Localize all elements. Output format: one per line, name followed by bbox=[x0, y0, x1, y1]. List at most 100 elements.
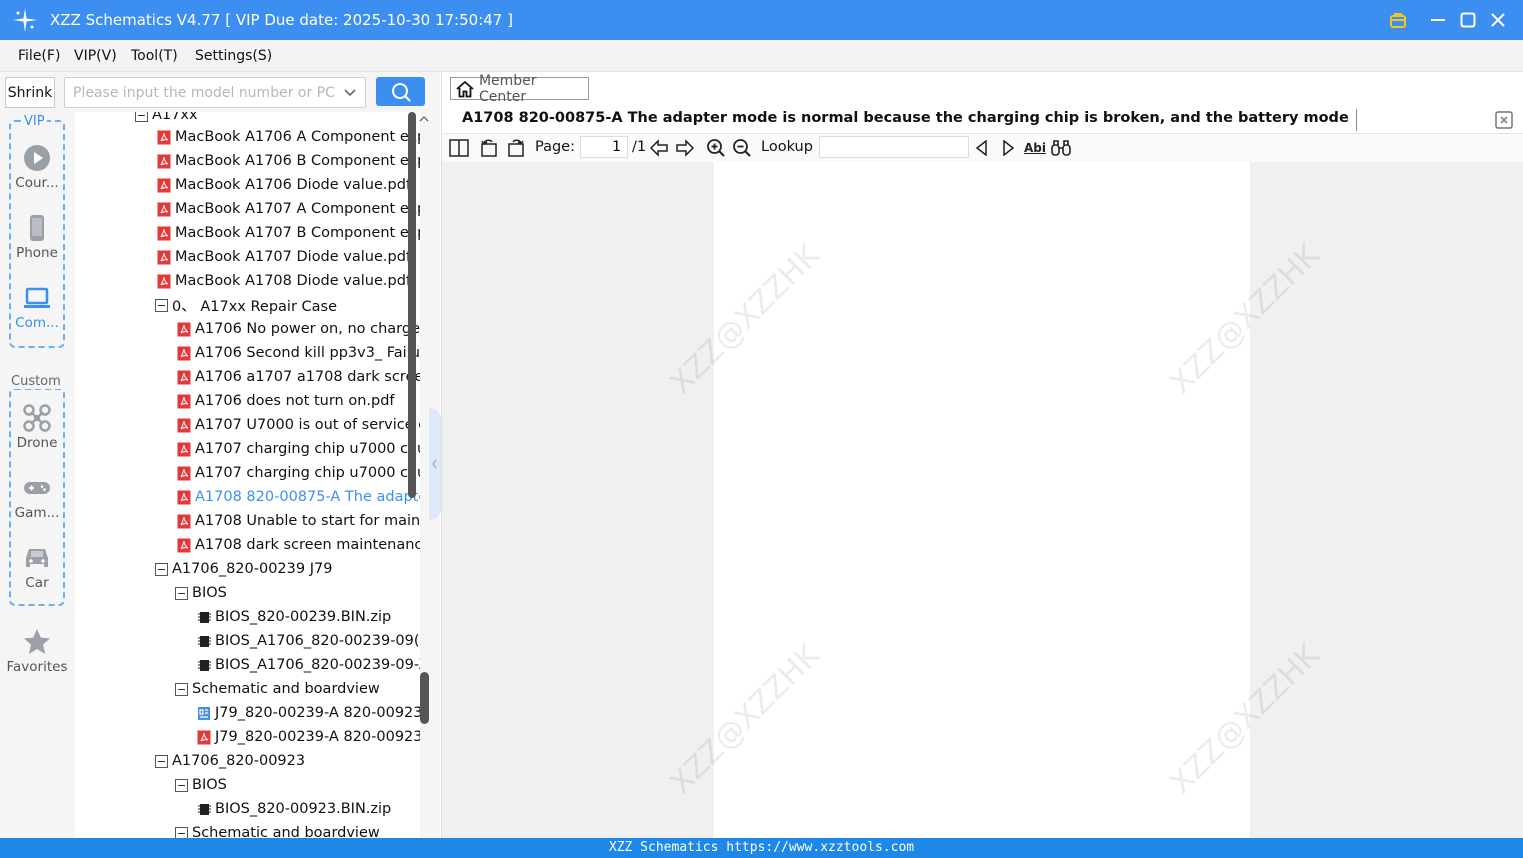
category-computer[interactable]: Com... bbox=[0, 284, 74, 331]
tree-folder[interactable]: Schematic and boardview bbox=[175, 821, 380, 838]
category-phone[interactable]: Phone bbox=[0, 214, 74, 261]
tree-file-pdf[interactable]: A1707 U7000 is out of service du bbox=[177, 413, 420, 437]
tree-file-pdf[interactable]: MacBook A1707 B Component exp bbox=[157, 221, 420, 245]
match-case-button[interactable]: Abi bbox=[1024, 137, 1046, 159]
tree-file-bin[interactable]: BIOS_A1706_820-00239-09(1 bbox=[197, 629, 420, 653]
tree-item-label: BIOS_820-00923.BIN.zip bbox=[215, 801, 392, 817]
scroll-up-arrow-icon[interactable] bbox=[419, 114, 429, 124]
document-tab[interactable]: A1708 820-00875-A The adapter mode is no… bbox=[442, 106, 1523, 134]
collapse-toggle-icon[interactable] bbox=[155, 298, 168, 312]
find-previous-button[interactable] bbox=[971, 137, 993, 159]
zoom-in-button[interactable] bbox=[705, 137, 727, 159]
category-game[interactable]: Gam... bbox=[0, 474, 74, 521]
collapse-toggle-icon[interactable] bbox=[175, 826, 188, 838]
page-total: /1 bbox=[632, 139, 647, 155]
shrink-button[interactable]: Shrink bbox=[5, 77, 55, 108]
collapse-toggle-icon[interactable] bbox=[155, 754, 168, 768]
category-drone[interactable]: Drone bbox=[0, 404, 74, 451]
tree-folder[interactable]: A1706_820-00923 bbox=[155, 749, 305, 773]
search-input[interactable] bbox=[65, 78, 335, 107]
split-view-icon bbox=[449, 139, 469, 157]
collapse-toggle-icon[interactable] bbox=[135, 112, 148, 122]
chip-icon bbox=[198, 611, 211, 623]
tree-scrollbar-thumb[interactable] bbox=[408, 112, 416, 498]
tree-folder[interactable]: A1706_820-00239 J79 bbox=[155, 557, 332, 581]
pdf-icon bbox=[177, 490, 191, 504]
tree-file-bin[interactable]: BIOS_A1706_820-00239-09-X bbox=[197, 653, 420, 677]
tree-folder[interactable]: Schematic and boardview bbox=[175, 677, 380, 701]
tree-folder[interactable]: BIOS bbox=[175, 581, 227, 605]
tree-item-label: Schematic and boardview bbox=[192, 825, 380, 838]
tree-item-label: MacBook A1707 B Component exp bbox=[175, 225, 420, 241]
tree-file-pdf[interactable]: MacBook A1706 Diode value.pdf bbox=[157, 173, 411, 197]
tree-folder[interactable]: 0、 A17xx Repair Case bbox=[155, 293, 337, 317]
page-number-input[interactable] bbox=[580, 136, 628, 158]
category-car[interactable]: Car bbox=[0, 544, 74, 591]
tree-item-label: BIOS_A1706_820-00239-09(1 bbox=[215, 633, 420, 649]
tree-file-pdf[interactable]: MacBook A1707 Diode value.pdf bbox=[157, 245, 411, 269]
favorites-button[interactable]: Favorites bbox=[0, 628, 74, 675]
category-courses[interactable]: Cour... bbox=[0, 144, 74, 191]
tree-file-bin[interactable]: BIOS_820-00239.BIN.zip bbox=[197, 605, 391, 629]
vip-bag-button[interactable] bbox=[1384, 6, 1412, 34]
menu-vip[interactable]: VIP(V) bbox=[74, 48, 117, 64]
rotate-right-button[interactable] bbox=[505, 137, 527, 159]
member-center-button[interactable]: Member Center bbox=[450, 73, 589, 105]
maximize-button[interactable] bbox=[1454, 6, 1482, 34]
tree-file-pdf[interactable]: A1707 charging chip u7000 cau bbox=[177, 461, 420, 485]
chevron-down-icon[interactable] bbox=[343, 85, 357, 99]
close-button[interactable] bbox=[1484, 6, 1512, 34]
pdf-viewer[interactable]: XZZ@XZZHK XZZ@XZZHK XZZ@XZZHK XZZ@XZZHK bbox=[442, 162, 1523, 838]
tree-file-bin[interactable]: BIOS_820-00923.BIN.zip bbox=[197, 797, 391, 821]
tree-file-boardview[interactable]: J79_820-00239-A 820-00923. bbox=[197, 701, 420, 725]
tree-file-pdf[interactable]: A1706 Second kill pp3v3_ Failur bbox=[177, 341, 420, 365]
left-panel: Shrink VIP Cour... Phone bbox=[0, 72, 441, 838]
binoculars-icon bbox=[1051, 140, 1071, 156]
tree-scrollbar-thumb-secondary[interactable] bbox=[420, 672, 429, 724]
tree-file-pdf[interactable]: A1707 charging chip u7000 cau bbox=[177, 437, 420, 461]
zoom-out-button[interactable] bbox=[731, 137, 753, 159]
find-options-button[interactable] bbox=[1050, 137, 1072, 159]
search-button[interactable] bbox=[376, 77, 425, 106]
next-page-button[interactable] bbox=[674, 137, 696, 159]
tree-file-pdf[interactable]: MacBook A1706 A Component exp bbox=[157, 125, 420, 149]
tree-file-pdf[interactable]: A1706 does not turn on.pdf bbox=[177, 389, 395, 413]
play-circle-icon bbox=[24, 145, 50, 171]
find-next-button[interactable] bbox=[997, 137, 1019, 159]
tree-file-pdf[interactable]: MacBook A1706 B Component exp bbox=[157, 149, 420, 173]
panel-collapse-handle[interactable] bbox=[429, 408, 441, 520]
triangle-right-icon bbox=[1003, 140, 1015, 156]
lookup-input[interactable] bbox=[819, 136, 969, 158]
tree-item-label: MacBook A1706 B Component exp bbox=[175, 153, 420, 169]
tree-file-pdf[interactable]: MacBook A1708 Diode value.pdf bbox=[157, 269, 411, 293]
tree-file-pdf[interactable]: A1708 820-00875-A The adapte bbox=[177, 485, 420, 509]
toggle-sidebar-button[interactable] bbox=[448, 137, 470, 159]
tree-file-pdf[interactable]: MacBook A1707 A Component exp bbox=[157, 197, 420, 221]
rotate-left-button[interactable] bbox=[478, 137, 500, 159]
tree-file-pdf[interactable]: J79_820-00239-A 820-00923. bbox=[197, 725, 420, 749]
tree-file-pdf[interactable]: A1706 a1707 a1708 dark screen bbox=[177, 365, 420, 389]
collapse-toggle-icon[interactable] bbox=[155, 562, 168, 576]
match-case-label: Abi bbox=[1024, 141, 1046, 155]
menu-file[interactable]: File(F) bbox=[18, 48, 60, 64]
collapse-toggle-icon[interactable] bbox=[175, 778, 188, 792]
chip-icon bbox=[198, 803, 211, 815]
tree-item-label: MacBook A1707 A Component exp bbox=[175, 201, 420, 217]
close-tab-icon[interactable] bbox=[1494, 110, 1514, 130]
tree-file-pdf[interactable]: A1706 No power on, no charge bbox=[177, 317, 420, 341]
pdf-icon bbox=[157, 130, 171, 144]
tree-file-pdf[interactable]: A1708 dark screen maintenance bbox=[177, 533, 420, 557]
pdf-icon bbox=[177, 394, 191, 408]
pdf-icon bbox=[177, 514, 191, 528]
tree-folder[interactable]: BIOS bbox=[175, 773, 227, 797]
menu-settings[interactable]: Settings(S) bbox=[195, 48, 272, 64]
boardview-icon bbox=[198, 706, 210, 720]
minimize-button[interactable] bbox=[1424, 6, 1452, 34]
tree-file-pdf[interactable]: A1708 Unable to start for maint bbox=[177, 509, 420, 533]
previous-page-button[interactable] bbox=[648, 137, 670, 159]
pdf-icon bbox=[177, 538, 191, 552]
menu-tool[interactable]: Tool(T) bbox=[131, 48, 178, 64]
collapse-toggle-icon[interactable] bbox=[175, 682, 188, 696]
search-combobox[interactable] bbox=[64, 77, 366, 108]
collapse-toggle-icon[interactable] bbox=[175, 586, 188, 600]
